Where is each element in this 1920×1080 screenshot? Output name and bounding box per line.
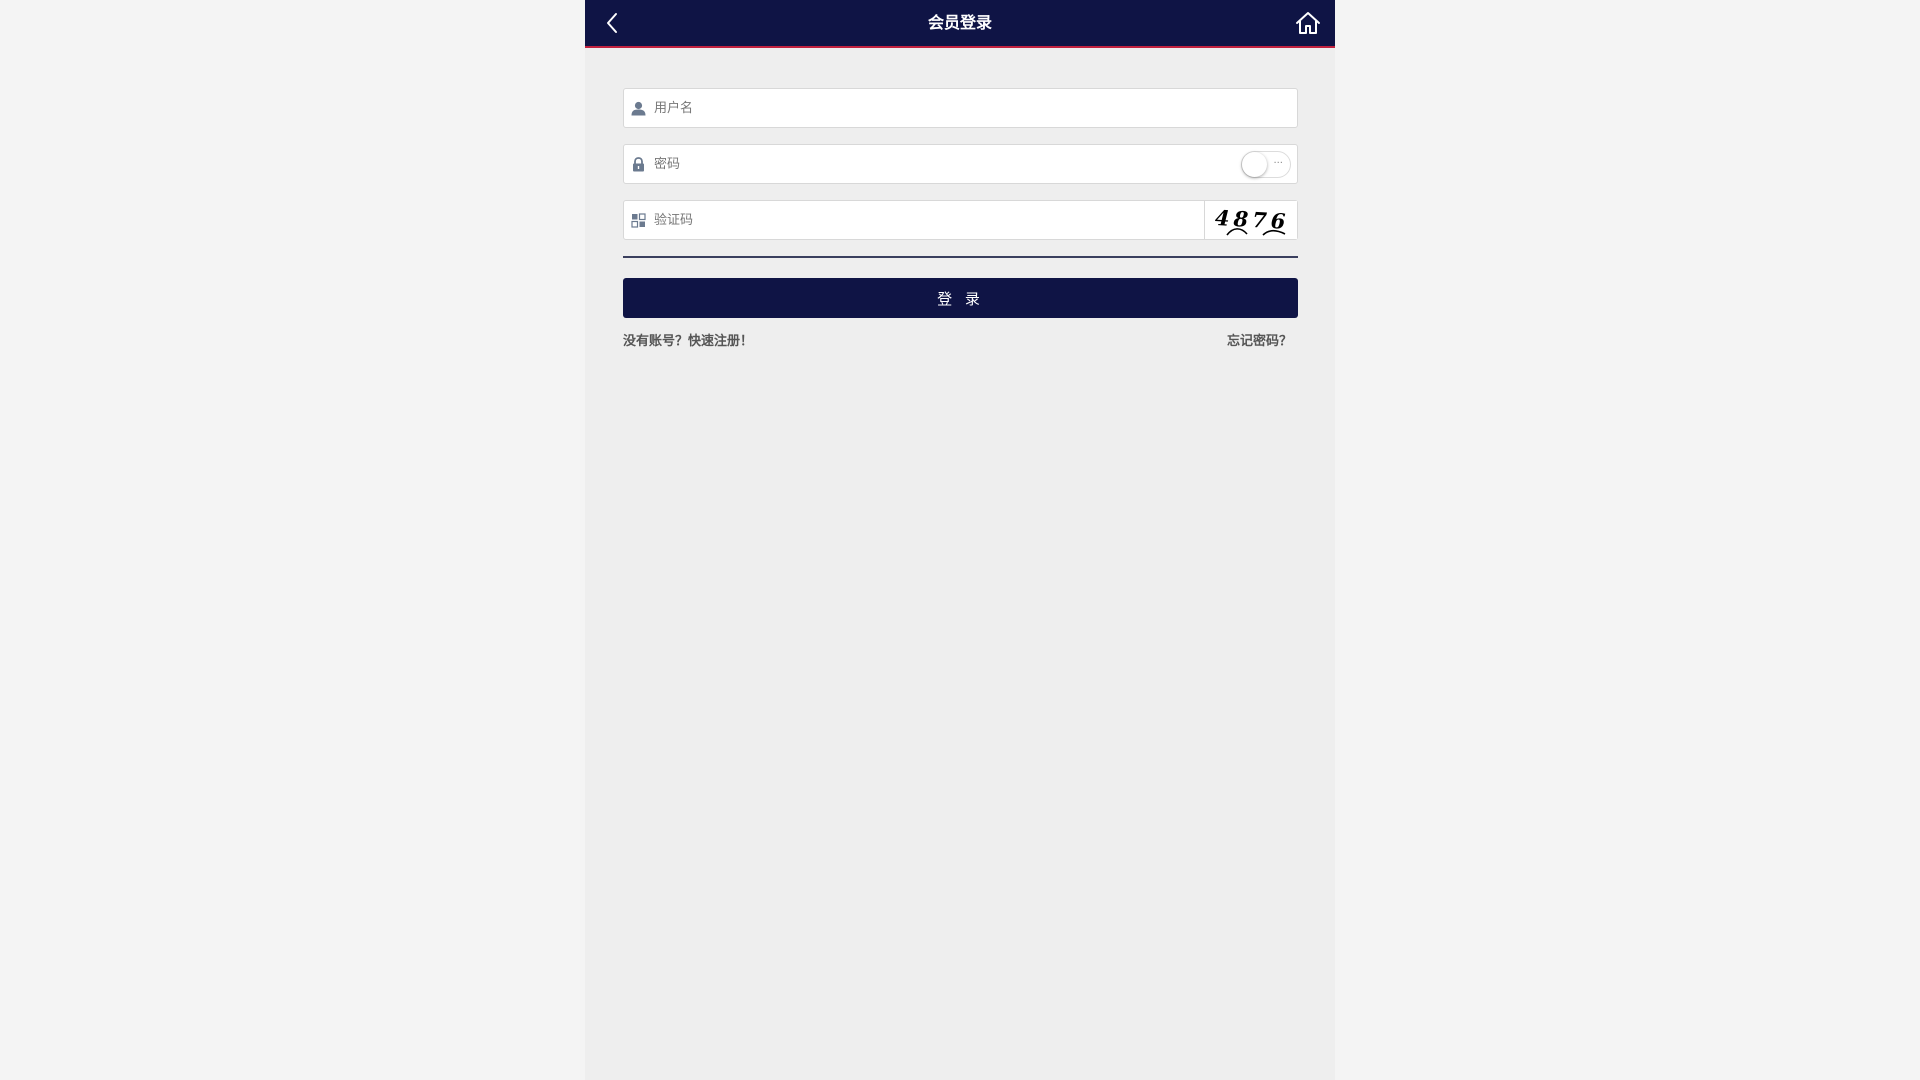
login-button[interactable]: 登 录 <box>623 278 1298 318</box>
register-link[interactable]: 没有账号？快速注册！ <box>623 330 753 349</box>
password-input[interactable] <box>654 145 1214 183</box>
user-icon <box>630 100 646 116</box>
captcha-field: 4876 <box>623 200 1298 240</box>
toggle-knob <box>1242 152 1267 177</box>
captcha-image[interactable]: 4876 <box>1204 201 1297 239</box>
username-field <box>623 88 1298 128</box>
form-divider <box>623 256 1298 258</box>
username-input[interactable] <box>654 89 1274 127</box>
top-bar: 会员登录 <box>585 0 1335 48</box>
grid-icon <box>630 212 646 228</box>
password-field: ··· <box>623 144 1298 184</box>
ellipsis-icon: ··· <box>1273 158 1283 169</box>
login-page: 会员登录 用户名 ··· 验证码 4876 登 录 没有账号？快速注册！ 忘记密… <box>585 0 1335 1080</box>
auth-links: 没有账号？快速注册！ 忘记密码？ <box>623 330 1298 350</box>
login-form: ··· 4876 登 录 <box>623 88 1298 350</box>
captcha-noise-lines <box>1226 228 1286 236</box>
home-button[interactable] <box>1293 8 1323 38</box>
captcha-input[interactable] <box>654 201 1194 239</box>
home-icon <box>1296 12 1320 34</box>
forgot-password-link[interactable]: 忘记密码？ <box>1227 330 1292 349</box>
show-password-toggle[interactable]: ··· <box>1241 151 1291 178</box>
lock-icon <box>630 156 646 172</box>
page-title: 会员登录 <box>927 13 992 32</box>
back-button[interactable] <box>598 9 626 37</box>
chevron-left-icon <box>607 13 617 33</box>
